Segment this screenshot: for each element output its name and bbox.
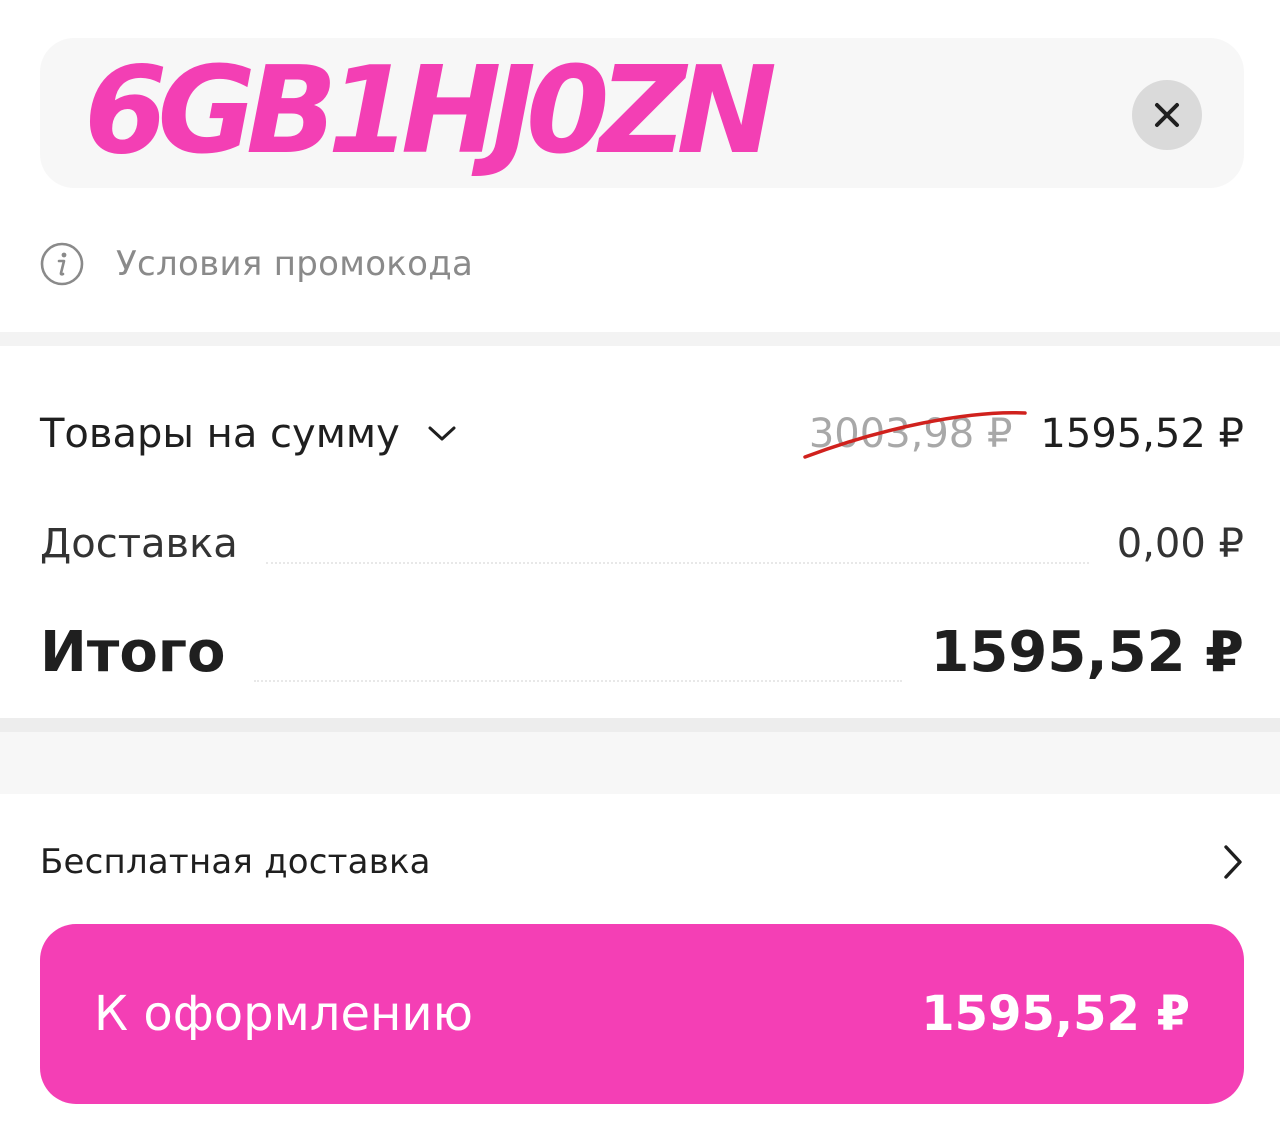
goods-new-price: 1595,52 ₽ <box>1040 411 1244 457</box>
goods-sum-label: Товары на сумму <box>40 411 400 457</box>
section-divider <box>0 332 1280 346</box>
chevron-down-icon <box>428 426 456 441</box>
delivery-value: 0,00 ₽ <box>1116 521 1244 567</box>
dotted-leader <box>253 680 903 682</box>
promo-code-value: 6GB1HJ0ZN <box>84 42 777 181</box>
checkout-price: 1595,52 ₽ <box>921 986 1190 1042</box>
clear-promo-button[interactable] <box>1132 80 1202 150</box>
goods-sum-row[interactable]: Товары на сумму 3003,98 ₽ 1595,52 ₽ <box>40 402 1244 466</box>
free-delivery-row[interactable]: Бесплатная доставка <box>40 832 1244 892</box>
promo-terms-link[interactable]: Условия промокода <box>40 238 473 290</box>
close-icon <box>1155 103 1179 127</box>
total-row: Итого 1595,52 ₽ <box>40 612 1244 692</box>
checkout-label: К оформлению <box>94 986 473 1042</box>
delivery-row: Доставка 0,00 ₽ <box>40 514 1244 574</box>
promo-code-field[interactable]: 6GB1HJ0ZN <box>40 38 1244 188</box>
chevron-right-icon <box>1224 845 1242 879</box>
info-icon <box>40 242 84 286</box>
delivery-label: Доставка <box>40 521 238 567</box>
free-delivery-label: Бесплатная доставка <box>40 842 431 882</box>
goods-old-price: 3003,98 ₽ <box>803 410 1027 459</box>
promo-terms-label: Условия промокода <box>116 244 474 284</box>
dotted-leader <box>265 562 1089 564</box>
total-value: 1595,52 ₽ <box>930 619 1244 685</box>
section-divider <box>0 718 1280 794</box>
strikethrough-line <box>803 410 1027 459</box>
total-label: Итого <box>40 619 226 685</box>
checkout-button[interactable]: К оформлению 1595,52 ₽ <box>40 924 1244 1104</box>
